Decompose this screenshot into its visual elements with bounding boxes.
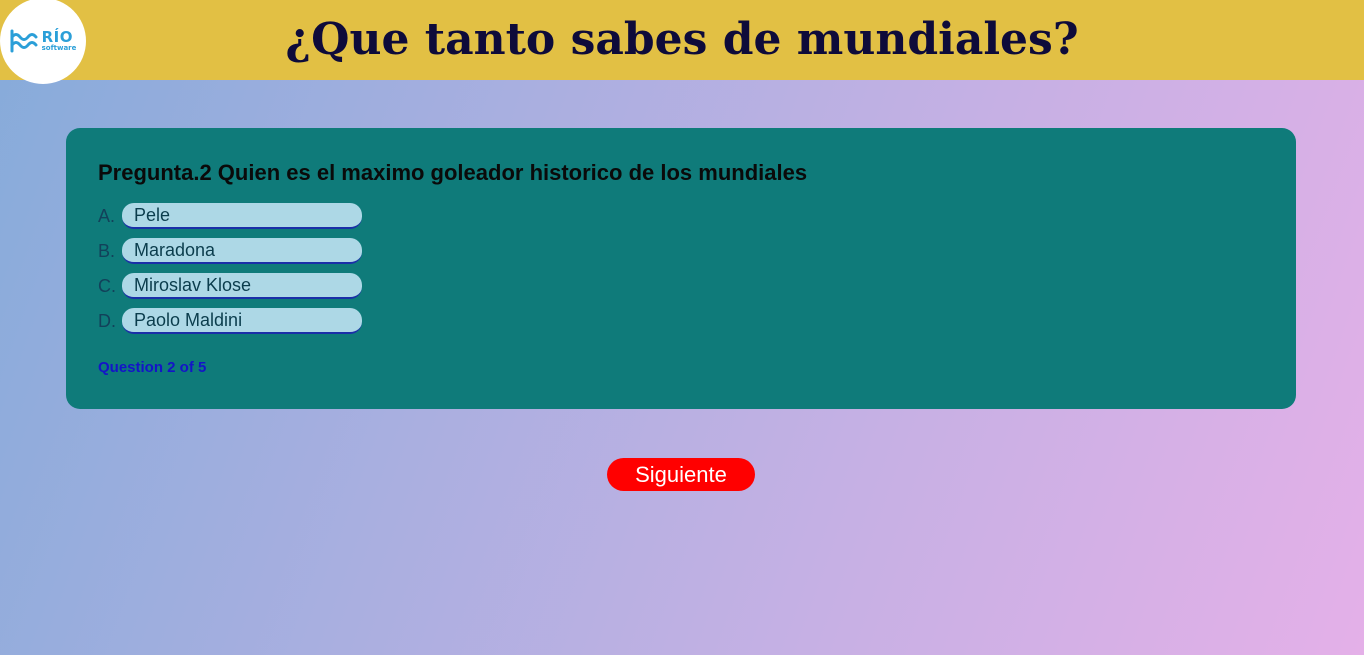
option-button-b[interactable]: Maradona [122, 238, 362, 264]
option-letter: D. [98, 310, 116, 331]
option-letter: B. [98, 240, 116, 261]
question-progress: Question 2 of 5 [98, 359, 207, 376]
page-title: ¿Que tanto sabes de mundiales? [285, 14, 1079, 65]
option-a[interactable]: A. Pele [98, 203, 362, 229]
option-button-a[interactable]: Pele [122, 203, 362, 229]
option-letter: A. [98, 205, 116, 226]
next-button[interactable]: Siguiente [607, 458, 755, 491]
quiz-card: Pregunta.2 Quien es el maximo goleador h… [66, 128, 1296, 409]
answer-options: A. Pele B. Maradona C. Miroslav Klose D.… [98, 203, 362, 343]
option-letter: C. [98, 275, 116, 296]
option-button-d[interactable]: Paolo Maldini [122, 308, 362, 334]
app-header: RÍO software ¿Que tanto sabes de mundial… [0, 0, 1364, 84]
option-b[interactable]: B. Maradona [98, 238, 362, 264]
option-button-c[interactable]: Miroslav Klose [122, 273, 362, 299]
option-c[interactable]: C. Miroslav Klose [98, 273, 362, 299]
question-text: Pregunta.2 Quien es el maximo goleador h… [98, 160, 808, 185]
option-d[interactable]: D. Paolo Maldini [98, 308, 362, 334]
